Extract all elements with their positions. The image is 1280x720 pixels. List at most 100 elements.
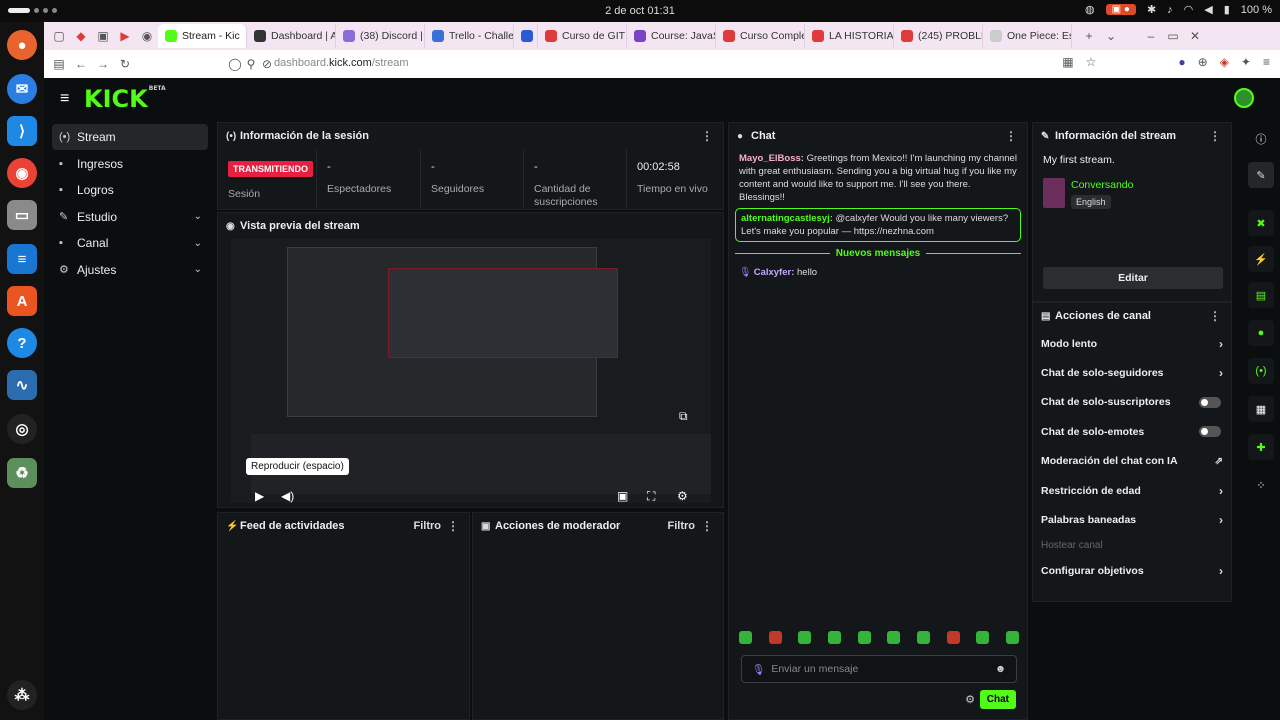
filter-button[interactable]: Filtro	[414, 520, 442, 532]
browser-tab[interactable]: Course: JavaS	[627, 24, 716, 48]
pinned-tab-icon[interactable]: ◉	[136, 29, 158, 43]
channel-action-row[interactable]: Chat de solo-emotes	[1033, 417, 1231, 446]
document-icon[interactable]: ▤	[1248, 282, 1274, 308]
more-options-icon[interactable]: ⁘	[1248, 472, 1274, 498]
emote-icon[interactable]	[857, 631, 871, 644]
chat-username[interactable]: Calxyfer:	[754, 267, 795, 278]
ublock-icon[interactable]: ◈	[1220, 55, 1229, 69]
channel-action-row[interactable]: Modo lento ›	[1033, 329, 1231, 358]
browser-tab[interactable]	[514, 24, 538, 48]
emote-icon[interactable]	[887, 631, 901, 644]
stream-category[interactable]: Conversando	[1071, 179, 1133, 191]
edit-stream-button[interactable]: Editar	[1043, 267, 1223, 289]
system-monitor-icon[interactable]: ∿	[7, 370, 37, 400]
volume-icon[interactable]: ◀	[1204, 3, 1212, 16]
emoji-icon[interactable]: ☻	[995, 663, 1006, 675]
menu-icon[interactable]: ≡	[1263, 55, 1270, 69]
reader-icon[interactable]: ▦	[1062, 55, 1073, 69]
channel-action-row[interactable]: Moderación del chat con IA ⇗	[1033, 447, 1231, 476]
highlighted-message[interactable]: alternatingcastlesyj: @calxyfer Would yo…	[735, 208, 1021, 242]
chat-username[interactable]: Mayo_ElBoss:	[739, 153, 804, 164]
sidebar-item-ajustes[interactable]: ⚙ Ajustes ⌄	[52, 257, 208, 283]
screen-record-icon[interactable]: ▣ ●	[1105, 4, 1136, 15]
system-tray[interactable]: ◍ ▣ ● ✱ ♪ ◠ ◀ ▮ 100 %	[1085, 3, 1272, 17]
emote-icon[interactable]	[798, 631, 812, 644]
minimize-icon[interactable]: –	[1140, 29, 1162, 43]
shield-icon[interactable]: ✖	[1248, 210, 1274, 236]
mic-muted-icon[interactable]: ♪	[1167, 4, 1173, 16]
play-icon[interactable]: ▶	[255, 489, 264, 503]
more-icon[interactable]: ⋮	[1005, 129, 1017, 143]
trash-icon[interactable]: ♻	[7, 458, 37, 488]
browser-tab[interactable]: Dashboard | A	[247, 24, 336, 48]
forward-icon[interactable]: →	[92, 57, 114, 71]
more-icon[interactable]: ⋮	[1209, 309, 1221, 323]
info-icon[interactable]: ⓘ	[1248, 126, 1274, 152]
volume-icon[interactable]: ◀)	[281, 489, 294, 503]
more-icon[interactable]: ⋮	[1209, 129, 1221, 143]
chat-username[interactable]: alternatingcastlesyj:	[741, 213, 833, 224]
close-window-icon[interactable]: ✕	[1184, 29, 1206, 43]
pinned-tab-icon[interactable]: ▣	[92, 29, 114, 43]
user-avatar[interactable]	[1234, 88, 1254, 108]
files-icon[interactable]: ▭	[7, 200, 37, 230]
chat-send-button[interactable]: Chat	[979, 690, 1016, 709]
url-bar[interactable]: dashboard.kick.com/stream	[274, 57, 409, 69]
browser-tab[interactable]: (38) Discord |	[336, 24, 425, 48]
obs-icon[interactable]: ◎	[7, 414, 37, 444]
help-icon[interactable]: ?	[7, 328, 37, 358]
sidebar-item-stream[interactable]: (•) Stream	[52, 124, 208, 150]
globe-icon[interactable]: ◍	[1085, 3, 1095, 16]
vscode-icon[interactable]: ⟩	[7, 116, 37, 146]
sidebar-item-ingresos[interactable]: ▪ Ingresos	[52, 151, 208, 177]
emote-icon[interactable]	[916, 631, 930, 644]
extensions-icon[interactable]: ⊕	[1198, 55, 1208, 69]
channel-action-row[interactable]: Palabras baneadas ›	[1033, 505, 1231, 534]
sidebar-item-logros[interactable]: ▪ Logros	[52, 177, 208, 203]
more-icon[interactable]: ⋮	[701, 129, 713, 143]
tab-list-icon[interactable]: ⌄	[1100, 29, 1122, 43]
gear-icon[interactable]: ⚙	[677, 489, 688, 503]
browser-tab[interactable]: One Piece: Es	[983, 24, 1072, 48]
bluetooth-icon[interactable]: ✱	[1147, 3, 1156, 16]
browser-tab[interactable]: Stream - Kic✕	[158, 24, 247, 48]
pinned-tab-icon[interactable]: ◆	[70, 29, 92, 43]
toggle-switch[interactable]	[1199, 426, 1221, 438]
browser-tab[interactable]: Trello - Challe	[425, 24, 514, 48]
channel-action-row[interactable]: Restricción de edad ›	[1033, 476, 1231, 505]
maximize-icon[interactable]: ▭	[1162, 29, 1184, 43]
emote-icon[interactable]	[827, 631, 841, 644]
broadcast-icon[interactable]: (•)	[1248, 358, 1274, 384]
emote-icon[interactable]	[739, 631, 752, 644]
browser-tab[interactable]: (245) PROBLE	[894, 24, 983, 48]
kick-logo[interactable]: KICKBETA	[84, 85, 166, 113]
chat-bubble-icon[interactable]: ●	[1248, 320, 1274, 346]
back-icon[interactable]: ←	[70, 57, 92, 71]
extensions-puzzle-icon[interactable]: ✦	[1241, 55, 1251, 69]
browser-tab[interactable]: Curso Comple	[716, 24, 805, 48]
filter-button[interactable]: Filtro	[668, 520, 696, 532]
chat-settings-icon[interactable]: ⚙	[965, 693, 975, 706]
toggle-switch[interactable]	[1199, 396, 1221, 408]
popout-icon[interactable]: ⧉	[679, 409, 688, 424]
emote-icon[interactable]	[1005, 631, 1019, 644]
wifi-icon[interactable]: ◠	[1184, 3, 1194, 16]
sidebar-item-estudio[interactable]: ✎ Estudio ⌄	[52, 204, 208, 230]
pinned-tab-icon[interactable]: ▶	[114, 29, 136, 43]
tab-overview-icon[interactable]: ▢	[48, 29, 70, 43]
channel-action-row[interactable]: Chat de solo-suscriptores	[1033, 388, 1231, 417]
reload-icon[interactable]: ↻	[114, 57, 136, 71]
pencil-icon[interactable]: ✎	[1248, 162, 1274, 188]
more-icon[interactable]: ⋮	[701, 519, 713, 533]
emote-icon[interactable]	[768, 631, 782, 644]
emote-icon[interactable]	[976, 631, 990, 644]
browser-tab[interactable]: Curso de GIT	[538, 24, 627, 48]
new-tab-icon[interactable]: +	[1078, 29, 1100, 43]
hamburger-icon[interactable]: ≡	[60, 90, 69, 108]
bookmark-star-icon[interactable]: ☆	[1086, 55, 1097, 69]
app-center-icon[interactable]: A	[7, 286, 37, 316]
clip-icon[interactable]: ▣	[617, 489, 628, 503]
more-icon[interactable]: ⋮	[447, 519, 459, 533]
channel-action-row[interactable]: Chat de solo-seguidores ›	[1033, 358, 1231, 387]
firefox-icon[interactable]: ●	[7, 30, 37, 60]
